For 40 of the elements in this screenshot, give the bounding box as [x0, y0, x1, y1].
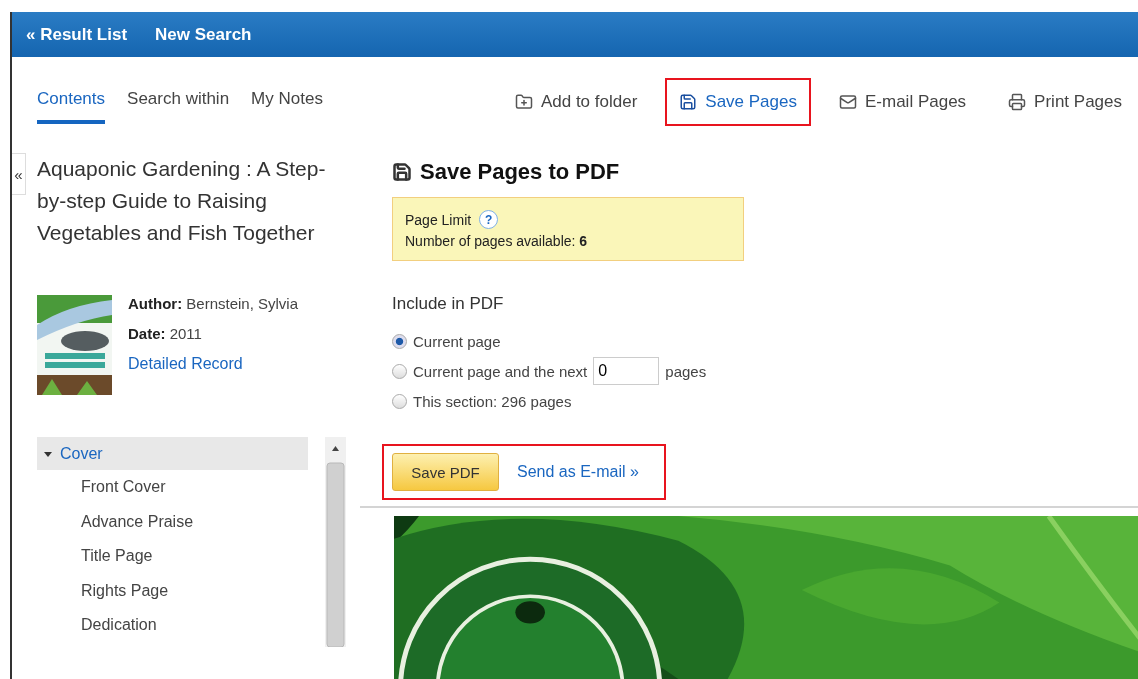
notice-title: Page Limit: [405, 211, 472, 228]
radio-button[interactable]: [392, 333, 407, 349]
book-title: Aquaponic Gardening : A Step-by-step Guide to Raising Vegetables and Fish Together: [37, 156, 327, 246]
date: Date: 2011: [128, 325, 203, 342]
toc-item[interactable]: Title Page: [37, 539, 308, 574]
nav-link[interactable]: New Search: [155, 24, 252, 45]
section-label: Include in PDF: [392, 294, 505, 314]
folder-icon: [514, 93, 533, 111]
detailed-record-link[interactable]: Detailed Record: [128, 355, 299, 373]
toolbar-action[interactable]: Save Pages: [665, 78, 811, 126]
toc-item[interactable]: Dedication: [37, 608, 308, 643]
option-label: pages: [665, 362, 707, 380]
toolbar-action[interactable]: Print Pages: [994, 78, 1136, 126]
option-label: This section: 296 pages: [413, 392, 572, 410]
toc-item[interactable]: Rights Page: [37, 573, 308, 608]
save-pdf-button[interactable]: Save PDF: [392, 453, 499, 491]
panel-title: Save Pages to PDF: [420, 159, 620, 185]
envelope-icon: [839, 93, 857, 111]
caret-icon: [44, 449, 52, 458]
option-label: Current page: [413, 332, 501, 350]
tab[interactable]: Search within: [127, 89, 230, 124]
toc-item[interactable]: Advance Praise: [37, 504, 308, 539]
collapse-button[interactable]: «: [12, 153, 26, 195]
toolbar-action[interactable]: Add to folder: [500, 78, 652, 126]
toc-item[interactable]: Front Cover: [37, 470, 308, 505]
author: Author: Bernstein, Sylvia: [128, 295, 299, 312]
radio-button[interactable]: [392, 363, 407, 379]
toc-section[interactable]: Cover: [37, 437, 308, 470]
page-count-field[interactable]: 0: [593, 357, 660, 385]
notice-text: Number of pages available: 6: [405, 233, 589, 249]
radio-button[interactable]: [392, 393, 407, 409]
tab[interactable]: My Notes: [251, 89, 323, 124]
printer-icon: [1008, 93, 1027, 111]
send-email-link[interactable]: Send as E-mail »: [517, 463, 639, 481]
nav-link[interactable]: « Result List: [26, 24, 128, 45]
toolbar-action[interactable]: E-mail Pages: [825, 78, 981, 126]
scrollbar[interactable]: [325, 437, 346, 647]
tab[interactable]: Contents: [37, 89, 106, 124]
help-icon[interactable]: ?: [479, 210, 499, 229]
option-label: Current page and the next: [413, 362, 588, 380]
